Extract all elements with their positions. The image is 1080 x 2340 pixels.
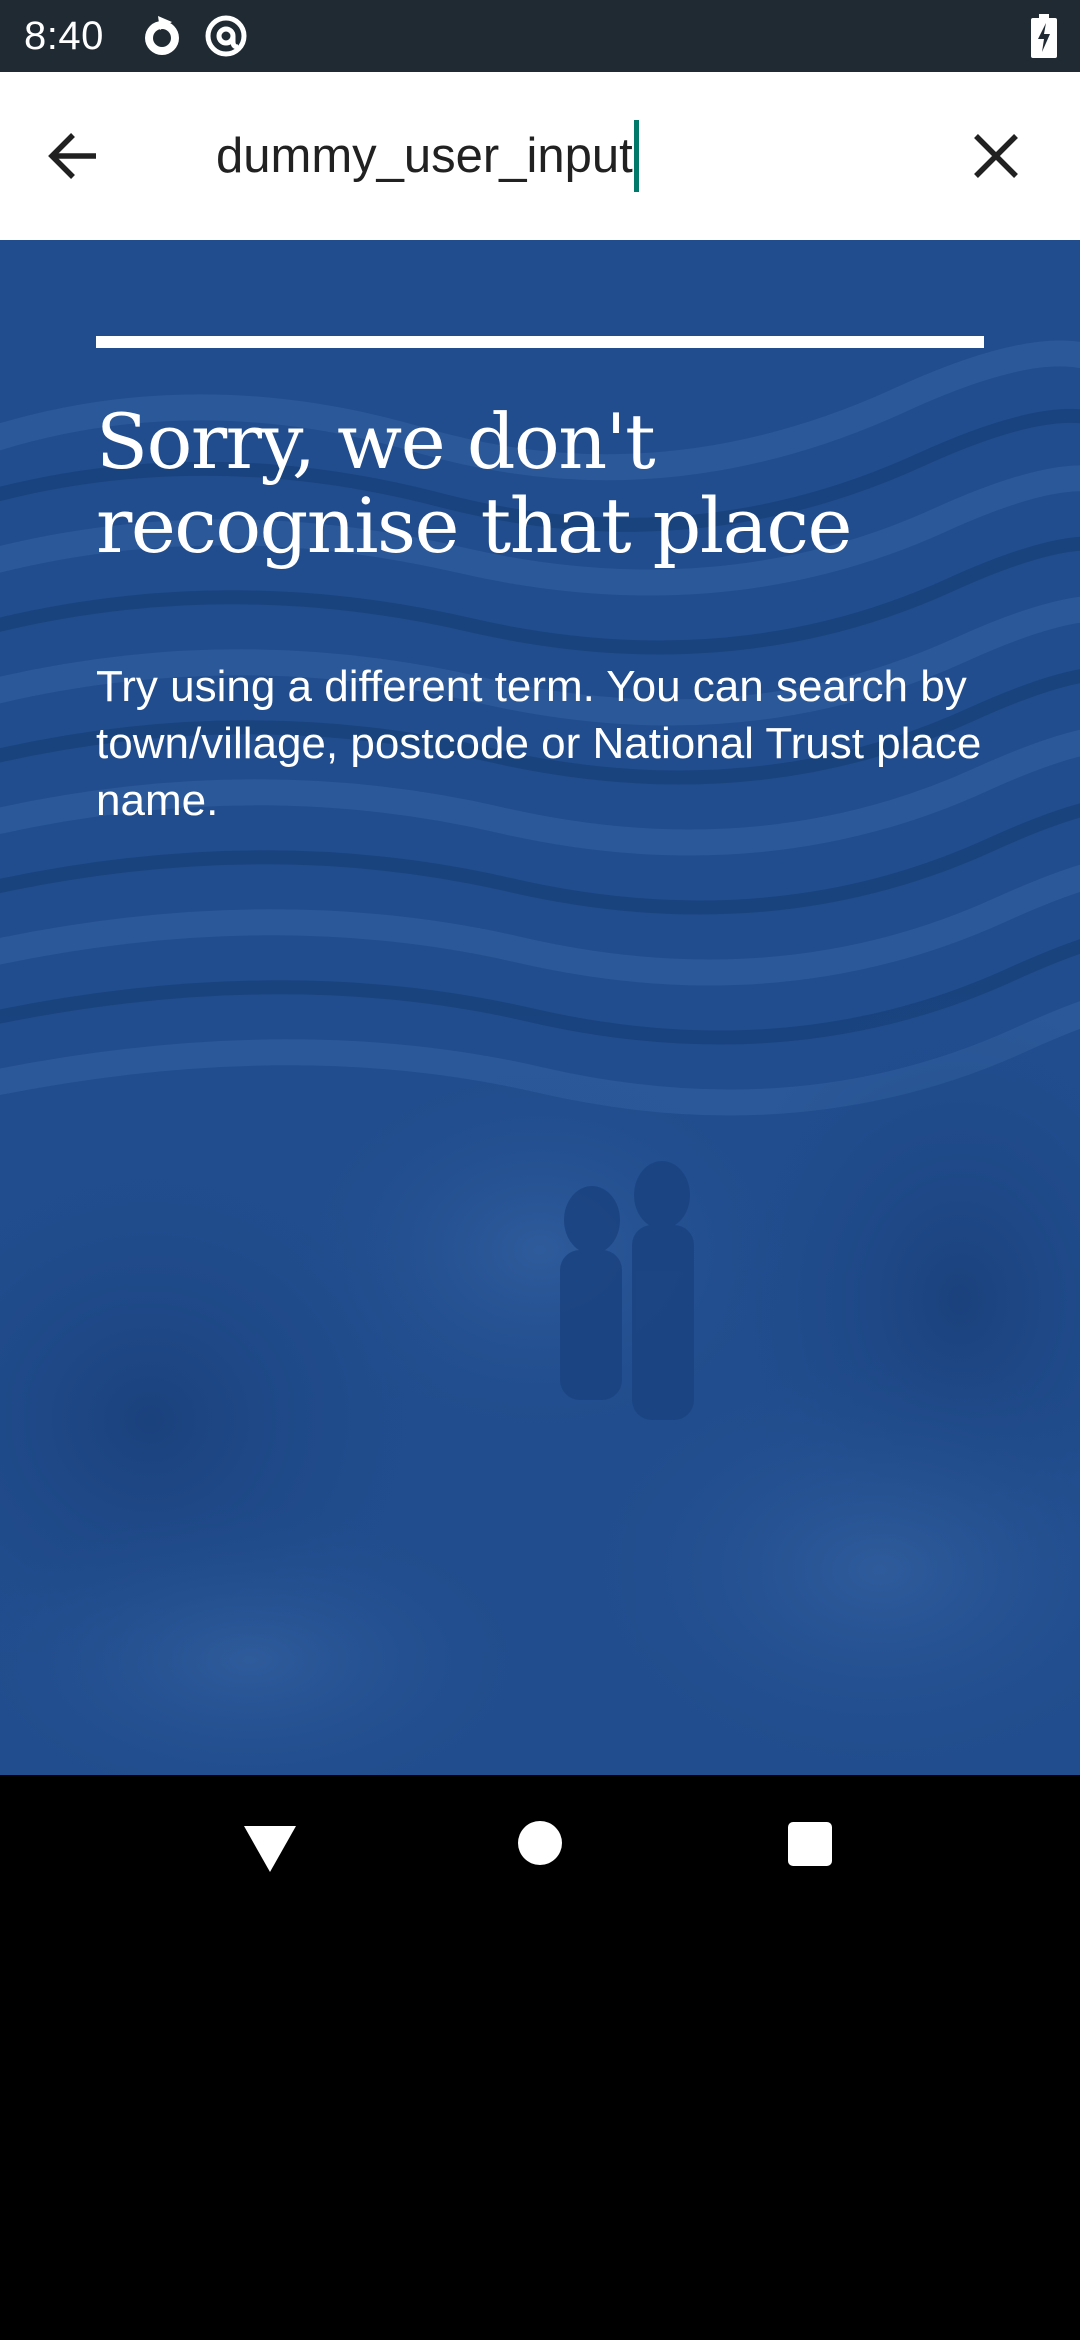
nav-back-button[interactable]: [240, 1820, 300, 1876]
nav-back-icon: [244, 1826, 296, 1872]
at-sign-icon: [202, 12, 250, 60]
search-bar: dummy_user_input: [0, 72, 1080, 240]
divider-line: [96, 336, 984, 348]
close-icon: [974, 134, 1018, 178]
no-results-panel: Sorry, we don't recognise that place Try…: [0, 240, 1080, 1775]
status-time: 8:40: [24, 14, 104, 58]
search-input-value: dummy_user_input: [216, 129, 633, 183]
no-results-message: Try using a different term. You can sear…: [96, 662, 982, 825]
nav-home-button[interactable]: [517, 1820, 563, 1866]
battery-charging-icon: [1030, 14, 1058, 58]
nav-recents-icon: [788, 1822, 832, 1866]
status-bar: 8:40: [0, 0, 1080, 72]
text-caret: [633, 120, 639, 192]
no-results-heading: Sorry, we don't recognise that place: [96, 397, 852, 570]
back-button[interactable]: [28, 110, 120, 202]
arrow-left-icon: [48, 133, 96, 179]
system-navigation-bar: [0, 1775, 1080, 1921]
nav-recents-button[interactable]: [786, 1821, 834, 1867]
clear-search-button[interactable]: [950, 110, 1042, 202]
sync-icon: [138, 12, 186, 60]
search-input[interactable]: dummy_user_input: [216, 116, 916, 196]
nav-home-icon: [518, 1821, 562, 1865]
